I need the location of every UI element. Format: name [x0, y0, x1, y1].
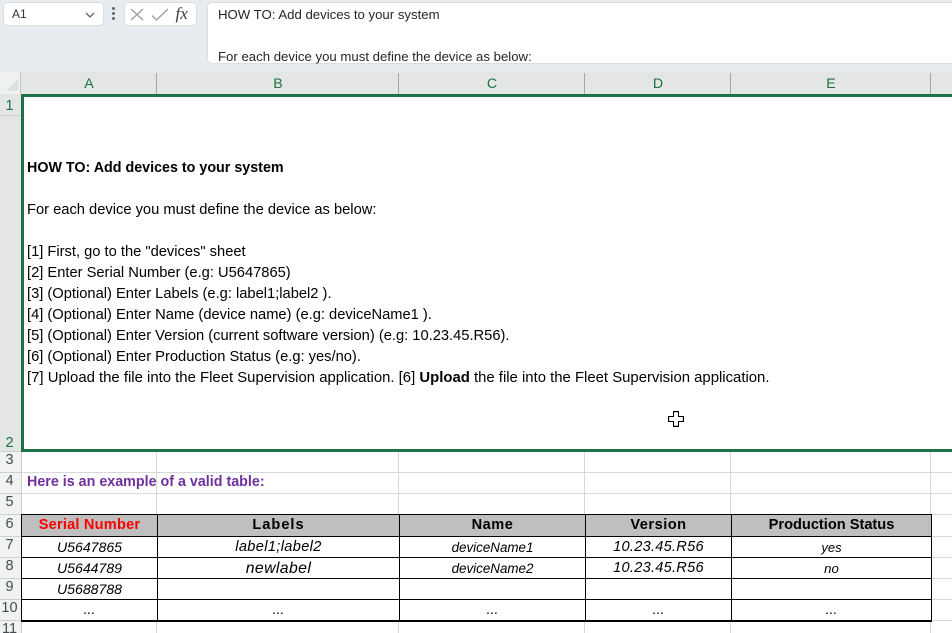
svg-text:fx: fx [176, 4, 189, 23]
